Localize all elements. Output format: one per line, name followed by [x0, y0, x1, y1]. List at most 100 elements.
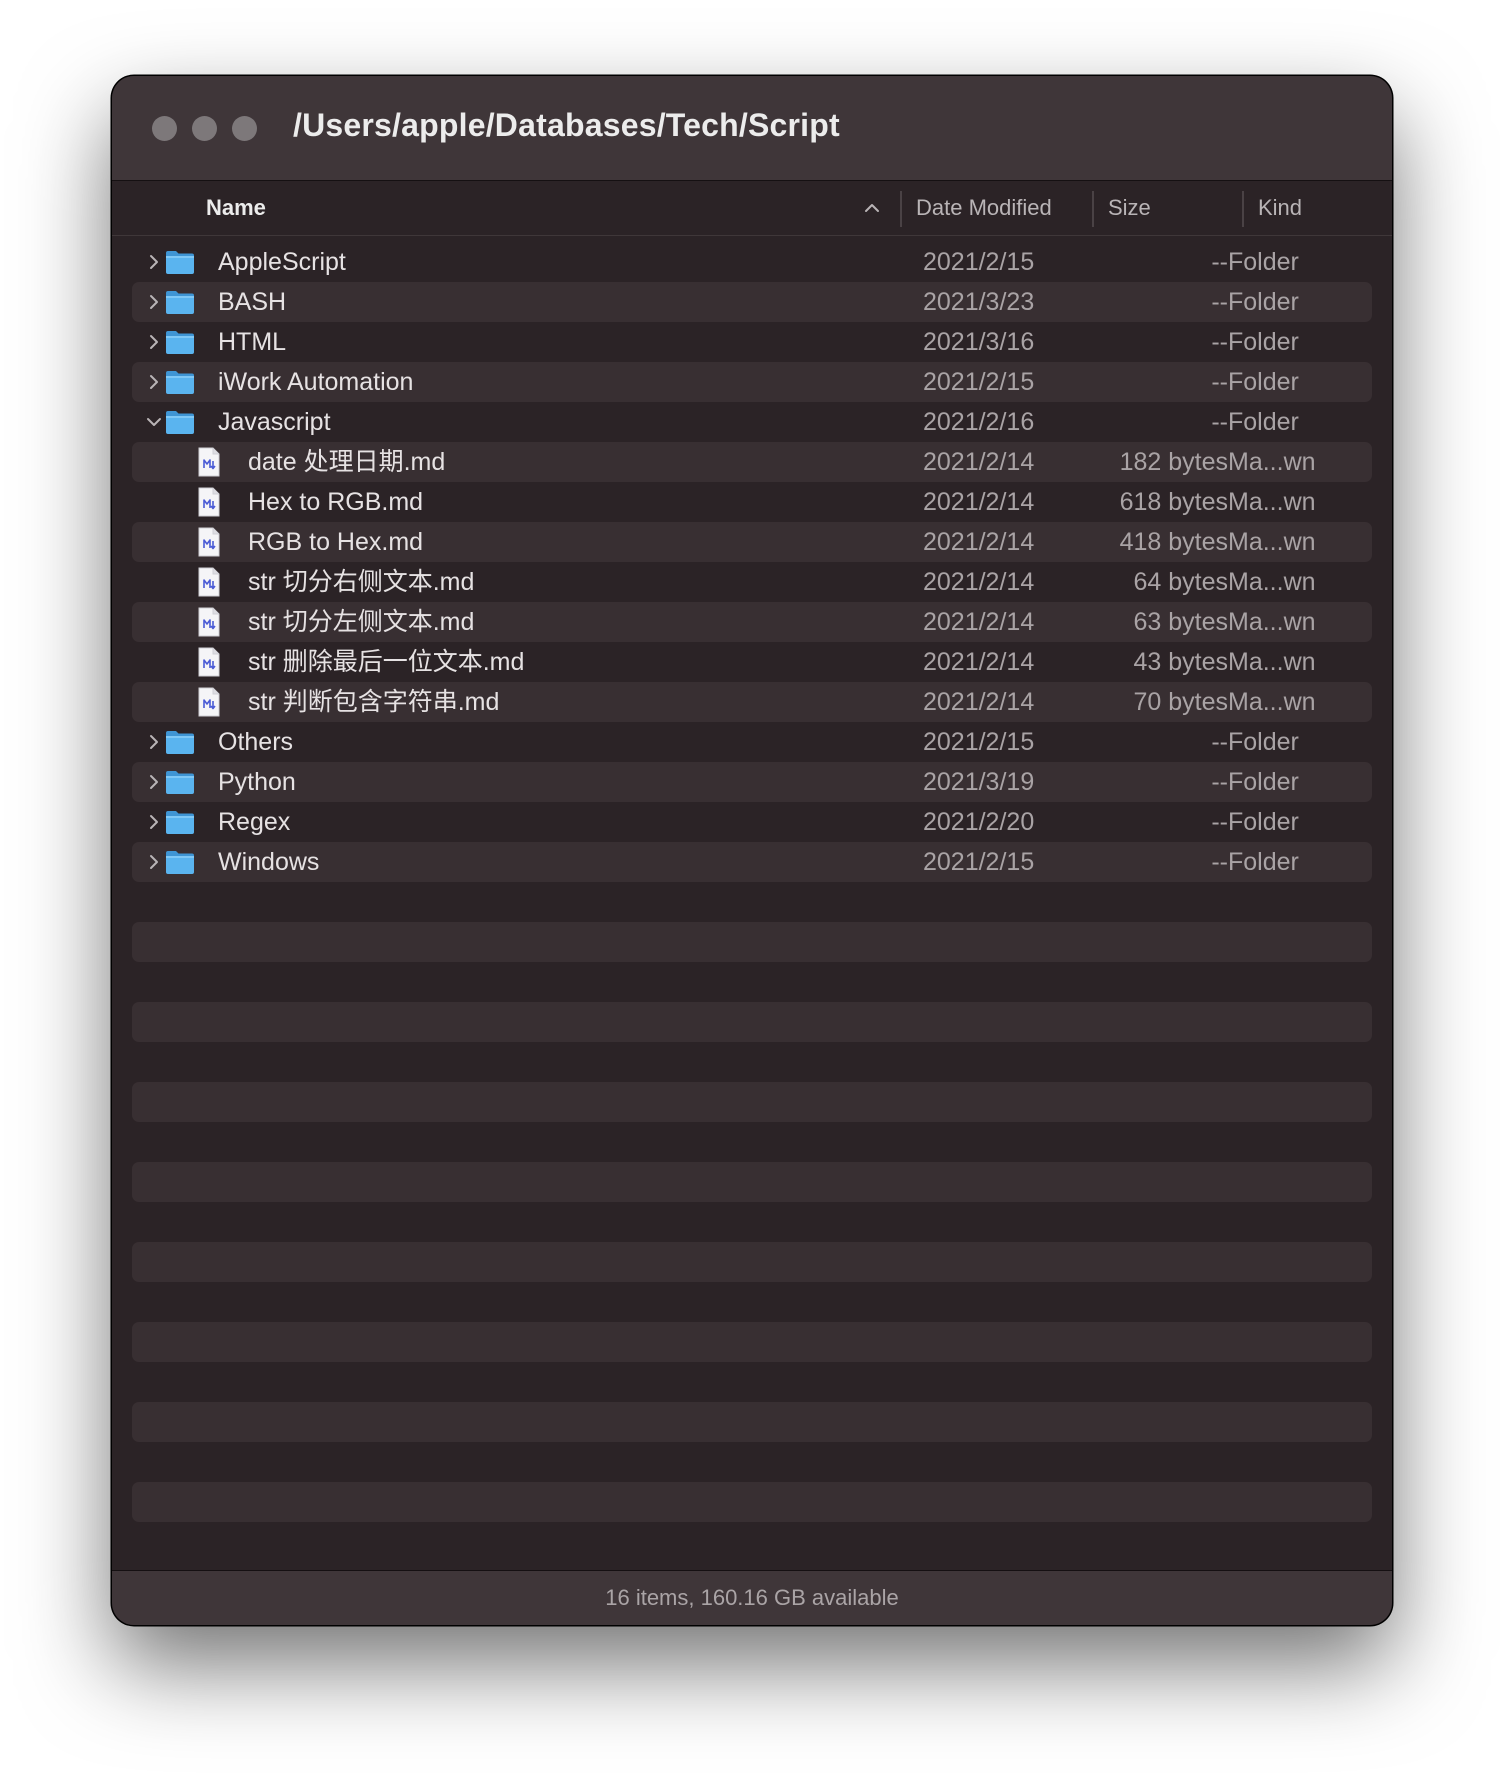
file-row[interactable]: str 判断包含字符串.md 2021/2/14 70 bytes Ma...wn [132, 682, 1372, 722]
status-bar: 16 items, 160.16 GB available [112, 1570, 1392, 1625]
empty-row [132, 1442, 1372, 1482]
column-date-modified[interactable]: Date Modified [916, 181, 1052, 235]
folder-icon [166, 291, 194, 314]
folder-row[interactable]: Others 2021/2/15 -- Folder [132, 722, 1372, 762]
empty-row [132, 1162, 1372, 1202]
chevron-right-icon[interactable] [144, 772, 164, 792]
item-name: RGB to Hex.md [248, 528, 424, 556]
chevron-up-icon[interactable] [862, 198, 882, 218]
item-kind: Ma...wn [1228, 648, 1316, 676]
item-size: -- [1211, 848, 1228, 876]
empty-row [132, 1202, 1372, 1242]
folder-icon [166, 411, 194, 434]
file-row[interactable]: str 删除最后一位文本.md 2021/2/14 43 bytes Ma...wn [132, 642, 1372, 682]
item-date-modified: 2021/2/14 [923, 488, 1035, 516]
item-size: -- [1211, 408, 1228, 436]
zoom-button[interactable] [232, 116, 257, 141]
item-kind: Folder [1228, 408, 1299, 436]
empty-row [132, 1482, 1372, 1522]
item-name: Others [218, 728, 294, 756]
item-name: date 处理日期.md [248, 448, 446, 476]
column-divider[interactable] [1092, 191, 1094, 227]
chevron-right-icon[interactable] [144, 252, 164, 272]
folder-row[interactable]: Python 2021/3/19 -- Folder [132, 762, 1372, 802]
markdown-file-icon [198, 687, 220, 717]
item-name: iWork Automation [218, 368, 414, 396]
chevron-right-icon[interactable] [144, 812, 164, 832]
item-name: Regex [218, 808, 291, 836]
folder-row[interactable]: iWork Automation 2021/2/15 -- Folder [132, 362, 1372, 402]
item-date-modified: 2021/2/15 [923, 248, 1035, 276]
item-date-modified: 2021/2/14 [923, 688, 1035, 716]
folder-row[interactable]: Windows 2021/2/15 -- Folder [132, 842, 1372, 882]
item-name: str 判断包含字符串.md [248, 688, 500, 716]
folder-icon [166, 371, 194, 394]
column-name[interactable]: Name [206, 181, 266, 235]
item-size: 618 bytes [1119, 488, 1228, 516]
folder-row[interactable]: HTML 2021/3/16 -- Folder [132, 322, 1372, 362]
item-kind: Folder [1228, 248, 1299, 276]
item-date-modified: 2021/2/15 [923, 728, 1035, 756]
folder-icon [166, 731, 194, 754]
empty-row [132, 1242, 1372, 1282]
markdown-file-icon [198, 527, 220, 557]
empty-row [132, 882, 1372, 922]
item-size: 63 bytes [1133, 608, 1228, 636]
chevron-right-icon[interactable] [144, 372, 164, 392]
chevron-right-icon[interactable] [144, 852, 164, 872]
item-name: Windows [218, 848, 320, 876]
column-divider[interactable] [900, 191, 902, 227]
minimize-button[interactable] [192, 116, 217, 141]
folder-icon [166, 851, 194, 874]
title-bar: /Users/apple/Databases/Tech/Script [112, 76, 1392, 181]
item-date-modified: 2021/3/19 [923, 768, 1035, 796]
empty-row [132, 962, 1372, 1002]
file-row[interactable]: str 切分左侧文本.md 2021/2/14 63 bytes Ma...wn [132, 602, 1372, 642]
empty-row [132, 1402, 1372, 1442]
item-kind: Folder [1228, 368, 1299, 396]
item-name: str 切分右侧文本.md [248, 568, 475, 596]
item-size: 182 bytes [1119, 448, 1228, 476]
column-size[interactable]: Size [1108, 181, 1151, 235]
folder-row[interactable]: BASH 2021/3/23 -- Folder [132, 282, 1372, 322]
folder-icon [166, 331, 194, 354]
markdown-file-icon [198, 607, 220, 637]
folder-row[interactable]: AppleScript 2021/2/15 -- Folder [132, 242, 1372, 282]
item-size: 70 bytes [1133, 688, 1228, 716]
folder-row[interactable]: Javascript 2021/2/16 -- Folder [132, 402, 1372, 442]
markdown-file-icon [198, 447, 220, 477]
item-size: -- [1211, 368, 1228, 396]
folder-icon [166, 771, 194, 794]
item-name: Javascript [218, 408, 331, 436]
item-date-modified: 2021/3/23 [923, 288, 1035, 316]
close-button[interactable] [152, 116, 177, 141]
empty-row [132, 922, 1372, 962]
item-kind: Ma...wn [1228, 448, 1316, 476]
empty-row [132, 1042, 1372, 1082]
file-row[interactable]: date 处理日期.md 2021/2/14 182 bytes Ma...wn [132, 442, 1372, 482]
item-date-modified: 2021/2/15 [923, 848, 1035, 876]
file-row[interactable]: RGB to Hex.md 2021/2/14 418 bytes Ma...wn [132, 522, 1372, 562]
markdown-file-icon [198, 567, 220, 597]
item-size: -- [1211, 728, 1228, 756]
item-date-modified: 2021/2/20 [923, 808, 1035, 836]
chevron-right-icon[interactable] [144, 332, 164, 352]
file-row[interactable]: str 切分右侧文本.md 2021/2/14 64 bytes Ma...wn [132, 562, 1372, 602]
folder-icon [166, 811, 194, 834]
empty-row [132, 1522, 1372, 1562]
folder-row[interactable]: Regex 2021/2/20 -- Folder [132, 802, 1372, 842]
chevron-down-icon[interactable] [144, 412, 164, 432]
chevron-right-icon[interactable] [144, 732, 164, 752]
item-name: str 删除最后一位文本.md [248, 648, 525, 676]
empty-row [132, 1362, 1372, 1402]
file-row[interactable]: Hex to RGB.md 2021/2/14 618 bytes Ma...wn [132, 482, 1372, 522]
column-header: Name Date Modified Size Kind [112, 181, 1392, 236]
column-divider[interactable] [1242, 191, 1244, 227]
column-kind[interactable]: Kind [1258, 181, 1302, 235]
folder-icon [166, 251, 194, 274]
item-kind: Folder [1228, 288, 1299, 316]
chevron-right-icon[interactable] [144, 292, 164, 312]
item-date-modified: 2021/2/16 [923, 408, 1035, 436]
item-size: -- [1211, 768, 1228, 796]
item-size: 43 bytes [1133, 648, 1228, 676]
